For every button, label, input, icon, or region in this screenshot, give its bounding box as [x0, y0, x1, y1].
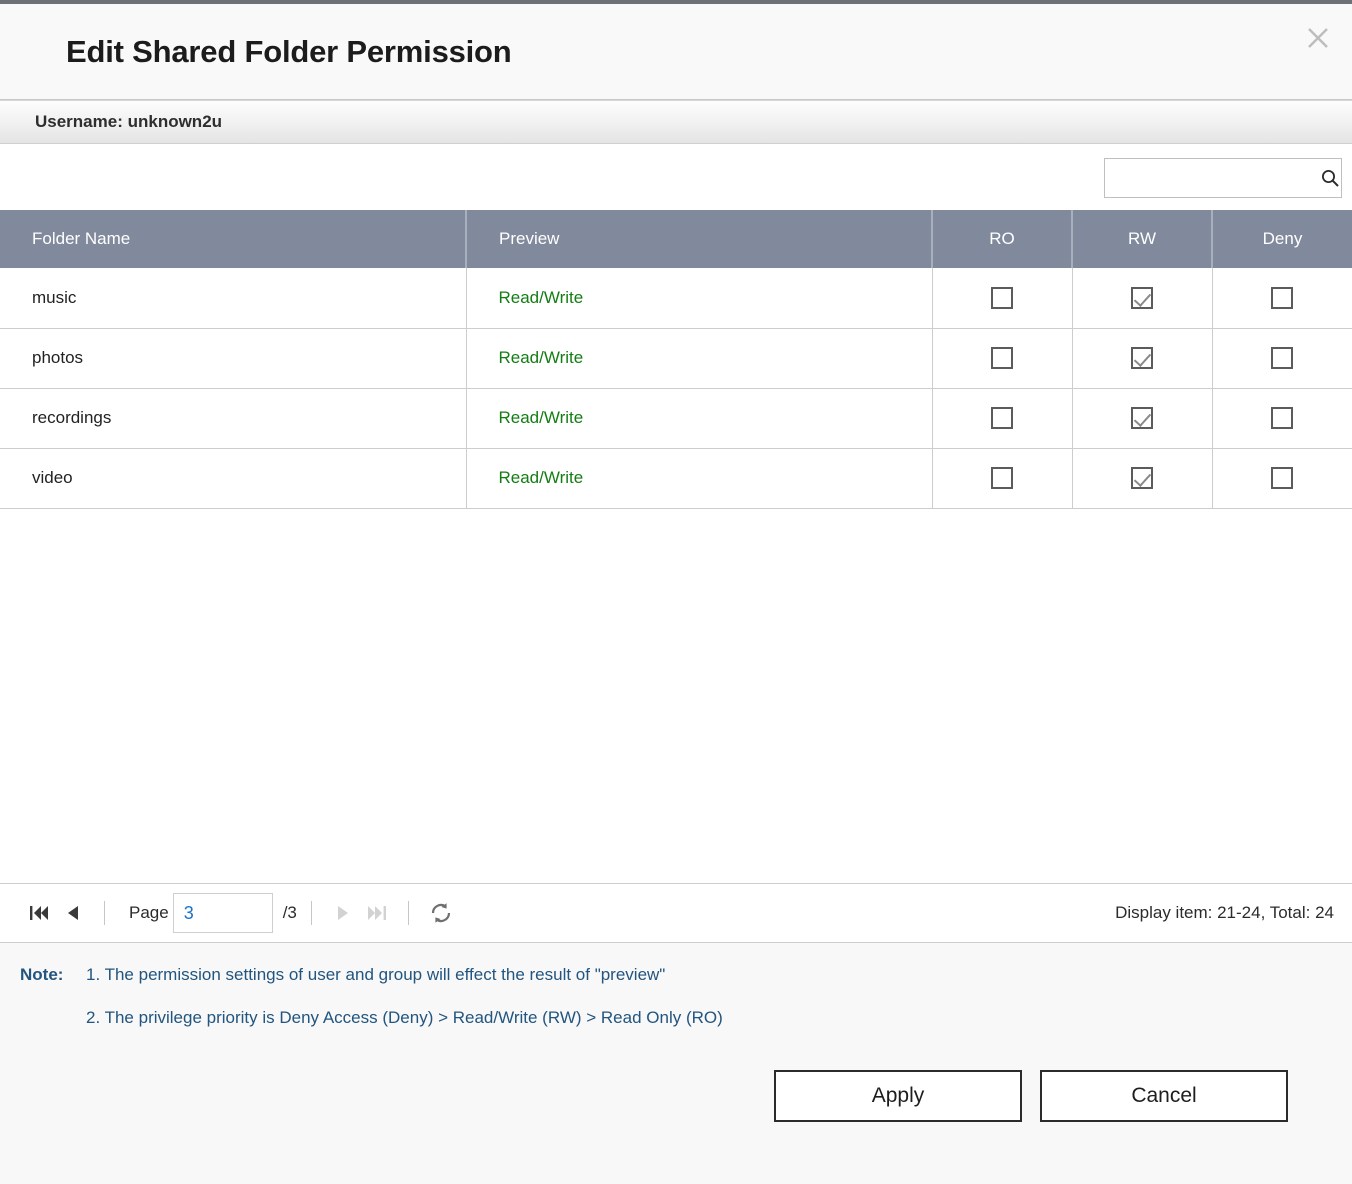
cell-folder-name: music — [0, 268, 467, 329]
search-box[interactable] — [1104, 158, 1342, 198]
checkbox-rw[interactable] — [1131, 286, 1153, 309]
pagination-divider-2 — [310, 901, 312, 926]
checkbox-ro[interactable] — [991, 286, 1013, 309]
username-label: Username: unknown2u — [35, 112, 223, 131]
cell-ro — [932, 268, 1073, 329]
cell-rw — [1072, 268, 1213, 329]
page-label: Page — [129, 903, 169, 923]
note-indent-spacer — [20, 1008, 86, 1028]
column-header-deny[interactable]: Deny — [1212, 210, 1352, 268]
column-header-ro[interactable]: RO — [932, 210, 1073, 268]
total-pages-label: /3 — [282, 903, 297, 923]
checkbox-deny[interactable] — [1271, 347, 1294, 369]
cell-rw — [1072, 388, 1213, 449]
checkbox-ro[interactable] — [991, 347, 1013, 369]
cell-folder-name: video — [0, 448, 467, 509]
permissions-table: Folder Name Preview RO RW Deny music Read… — [0, 210, 1352, 509]
cell-deny — [1212, 328, 1352, 389]
cell-ro — [932, 328, 1073, 389]
checkbox-deny[interactable] — [1271, 407, 1294, 429]
search-row — [0, 144, 1352, 210]
last-page-icon[interactable] — [360, 896, 394, 930]
note-text-1: 1. The permission settings of user and g… — [86, 965, 666, 985]
search-icon[interactable] — [1319, 159, 1341, 197]
page-title: Edit Shared Folder Permission — [66, 34, 512, 69]
edit-shared-folder-permission-dialog: Edit Shared Folder Permission Username: … — [0, 0, 1352, 1184]
next-page-icon[interactable] — [326, 896, 360, 930]
column-header-folder-name[interactable]: Folder Name — [0, 210, 467, 268]
notes-section: Note: 1. The permission settings of user… — [0, 943, 1352, 1064]
note-text-2: 2. The privilege priority is Deny Access… — [86, 1007, 723, 1027]
prev-page-icon[interactable] — [56, 896, 90, 930]
dialog-footer: Apply Cancel — [0, 1064, 1352, 1184]
checkbox-ro[interactable] — [991, 407, 1013, 429]
preview-value: Read/Write — [498, 348, 584, 367]
table-row: music Read/Write — [0, 268, 1352, 329]
search-input[interactable] — [1105, 159, 1319, 197]
checkbox-deny[interactable] — [1271, 467, 1294, 489]
page-number-input[interactable] — [172, 893, 273, 934]
username-bar: Username: unknown2u — [0, 100, 1352, 144]
close-icon[interactable] — [1298, 18, 1338, 58]
column-header-rw[interactable]: RW — [1072, 210, 1213, 268]
apply-button[interactable]: Apply — [774, 1070, 1022, 1122]
cell-preview: Read/Write — [466, 448, 933, 509]
pagination-divider-1 — [104, 901, 105, 926]
checkbox-deny[interactable] — [1271, 286, 1294, 309]
dialog-titlebar: Edit Shared Folder Permission — [0, 4, 1352, 100]
cell-ro — [932, 448, 1073, 509]
checkbox-rw[interactable] — [1131, 347, 1153, 369]
table-row: recordings Read/Write — [0, 388, 1352, 449]
pagination-bar: Page /3 Display item: 21-24, Tota — [0, 883, 1352, 944]
cell-deny — [1212, 388, 1352, 449]
cell-preview: Read/Write — [466, 328, 933, 389]
table-header-row: Folder Name Preview RO RW Deny — [0, 210, 1352, 268]
checkbox-rw[interactable] — [1131, 407, 1153, 429]
refresh-icon[interactable] — [423, 895, 459, 931]
permissions-table-container: Folder Name Preview RO RW Deny music Read… — [0, 210, 1352, 884]
cell-deny — [1212, 268, 1352, 329]
preview-value: Read/Write — [498, 287, 584, 307]
cell-ro — [932, 388, 1073, 449]
preview-value: Read/Write — [498, 408, 584, 427]
cell-preview: Read/Write — [466, 268, 933, 329]
cell-folder-name: recordings — [0, 388, 467, 449]
checkbox-rw[interactable] — [1131, 467, 1153, 489]
table-row: video Read/Write — [0, 448, 1352, 509]
first-page-icon[interactable] — [22, 896, 56, 930]
cell-folder-name: photos — [0, 328, 467, 389]
preview-value: Read/Write — [498, 468, 584, 487]
pagination-divider-3 — [407, 901, 409, 926]
cancel-button[interactable]: Cancel — [1040, 1070, 1288, 1122]
cell-preview: Read/Write — [466, 388, 933, 449]
note-line-2: 2. The privilege priority is Deny Access… — [20, 1008, 1352, 1028]
note-line-1: Note: 1. The permission settings of user… — [20, 965, 1352, 985]
table-row: photos Read/Write — [0, 328, 1352, 389]
cell-rw — [1072, 328, 1213, 389]
checkbox-ro[interactable] — [991, 467, 1013, 489]
column-header-preview[interactable]: Preview — [466, 210, 933, 268]
cell-deny — [1212, 448, 1352, 509]
note-tag: Note: — [20, 965, 64, 985]
cell-rw — [1072, 448, 1213, 509]
display-item-label: Display item: 21-24, Total: 24 — [1115, 903, 1334, 923]
